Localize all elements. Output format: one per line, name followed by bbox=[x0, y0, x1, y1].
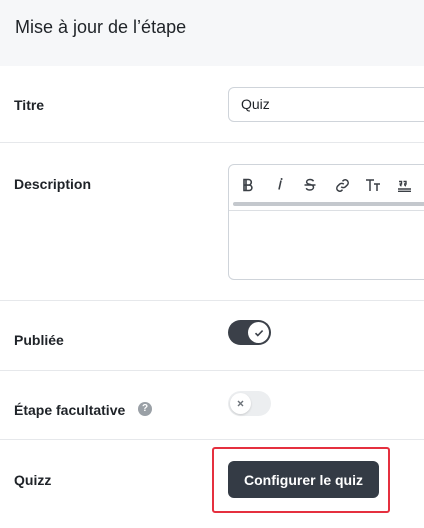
quote-icon[interactable] bbox=[393, 174, 415, 196]
bold-icon[interactable] bbox=[237, 174, 259, 196]
divider bbox=[0, 370, 424, 371]
help-icon[interactable]: ? bbox=[138, 402, 152, 416]
quiz-label: Quizz bbox=[14, 472, 52, 488]
modal-title: Mise à jour de l’étape bbox=[15, 17, 187, 37]
published-label: Publiée bbox=[14, 332, 64, 348]
modal-header: Mise à jour de l’étape bbox=[0, 0, 424, 66]
toggle-knob bbox=[230, 393, 251, 414]
editor-toolbar bbox=[229, 165, 424, 211]
toolbar-scrollbar[interactable] bbox=[233, 202, 424, 206]
link-icon[interactable] bbox=[331, 174, 353, 196]
strikethrough-icon[interactable] bbox=[299, 174, 321, 196]
title-label: Titre bbox=[14, 97, 45, 113]
close-icon bbox=[237, 400, 244, 407]
text-size-icon[interactable] bbox=[362, 174, 384, 196]
optional-step-label: Étape facultative bbox=[14, 402, 126, 418]
description-label: Description bbox=[14, 176, 92, 192]
title-input[interactable]: Quiz bbox=[228, 87, 424, 122]
italic-icon[interactable] bbox=[269, 174, 291, 196]
divider bbox=[0, 439, 424, 440]
optional-step-toggle[interactable] bbox=[228, 391, 271, 416]
divider bbox=[0, 300, 424, 301]
description-editor[interactable] bbox=[228, 164, 424, 280]
configure-quiz-button[interactable]: Configurer le quiz bbox=[228, 461, 379, 498]
divider bbox=[0, 142, 424, 143]
toggle-knob bbox=[248, 322, 269, 343]
published-toggle[interactable] bbox=[228, 320, 271, 345]
check-icon bbox=[254, 329, 263, 337]
